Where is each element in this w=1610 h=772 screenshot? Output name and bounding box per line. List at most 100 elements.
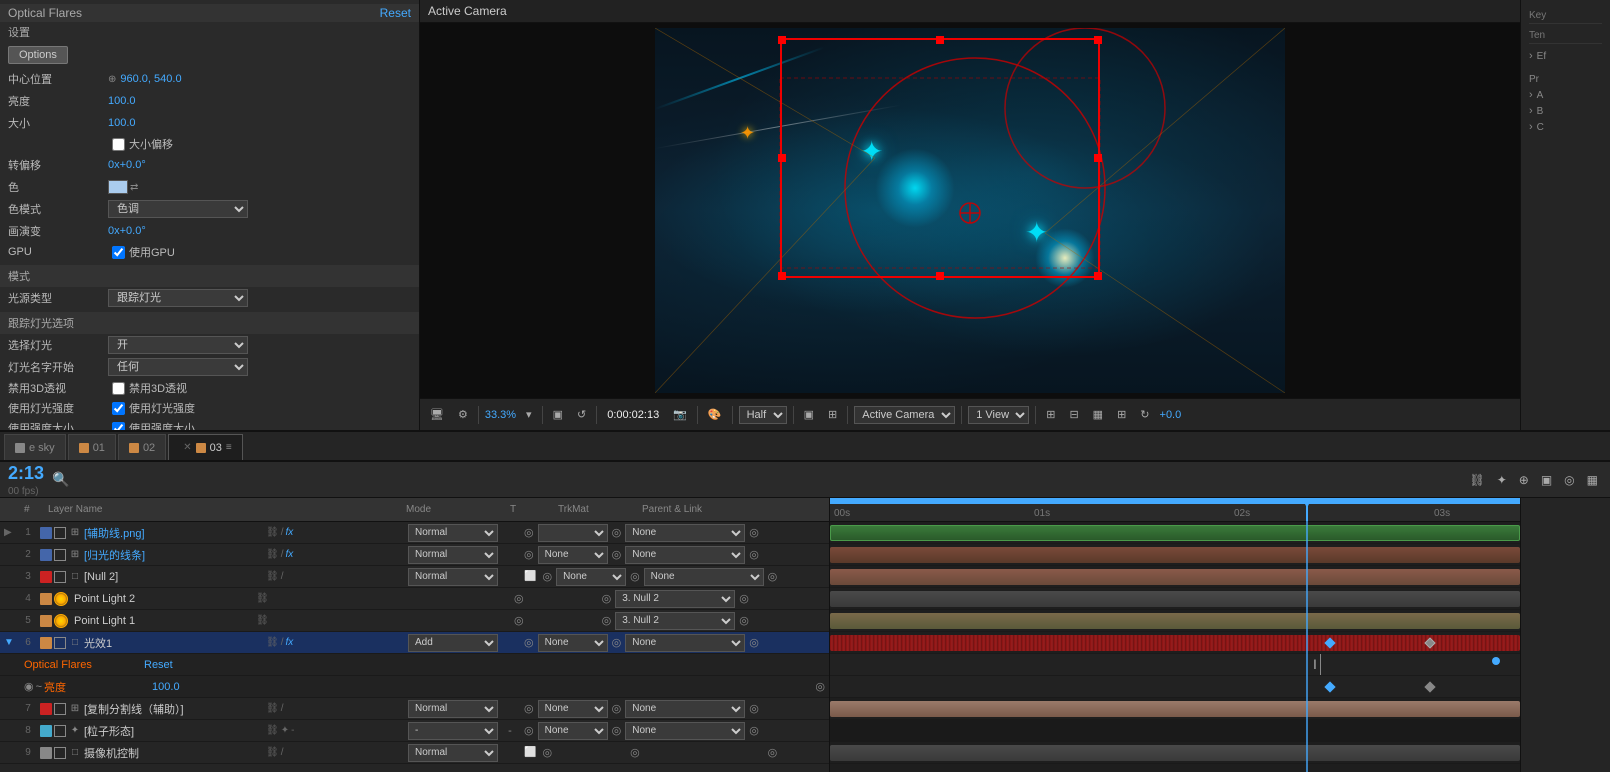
- layer-1-parent[interactable]: None: [625, 524, 745, 542]
- layer-1-trkmat[interactable]: [538, 524, 608, 542]
- vp-grid-btn[interactable]: ⊞: [1113, 406, 1130, 423]
- layer-6-visibility[interactable]: [54, 637, 66, 649]
- size-value[interactable]: 100.0: [108, 117, 411, 129]
- comp-tab-01[interactable]: 01: [68, 434, 116, 460]
- vp-btn-monitor[interactable]: 🖥: [426, 406, 448, 423]
- layer-1-type-icon: ⊞: [68, 527, 82, 538]
- vp-snapshot-btn[interactable]: 📷: [669, 406, 691, 423]
- layer-row-4[interactable]: 4 Point Light 2 ⛓ ◎ ◎ 3. Null 2 ◎: [0, 588, 829, 610]
- layer-row-8[interactable]: 8 ✦ [粒子形态] ⛓ ✦ - - - ◎ None ◎ None ◎: [0, 720, 829, 742]
- layer-5-parent[interactable]: 3. Null 2: [615, 612, 735, 630]
- layer-2-parent[interactable]: None: [625, 546, 745, 564]
- key-item-pr[interactable]: Pr: [1529, 72, 1602, 87]
- rotate-offset-value[interactable]: 0x+0.0°: [108, 159, 411, 171]
- light-source-dropdown[interactable]: 跟踪灯光: [108, 289, 248, 307]
- camera-dropdown[interactable]: Active Camera: [854, 406, 955, 424]
- size-offset-checkbox[interactable]: [112, 138, 125, 151]
- color-mode-dropdown[interactable]: 色调: [108, 200, 248, 218]
- center-pos-value[interactable]: 960.0, 540.0: [120, 73, 411, 85]
- col-trkmat: TrkMat: [558, 504, 638, 515]
- brightness-sub-value[interactable]: 100.0: [152, 681, 180, 693]
- layer-8-mode[interactable]: -: [408, 722, 498, 740]
- tl-icon-star[interactable]: ✦: [1493, 471, 1511, 489]
- animation-value[interactable]: 0x+0.0°: [108, 225, 411, 237]
- layer-row-7[interactable]: 7 ⊞ [复制分割线（辅助）] ⛓ / Normal ◎ None ◎ None…: [0, 698, 829, 720]
- tl-icon-circle[interactable]: ◎: [1560, 471, 1578, 489]
- vp-btn-settings[interactable]: ⚙: [454, 406, 472, 423]
- light-name-dropdown[interactable]: 任何: [108, 358, 248, 376]
- layer-row-6[interactable]: ▼ 6 □ 光效1 ⛓ / fx Add ◎ None ◎ None ◎: [0, 632, 829, 654]
- layer-2-visibility[interactable]: [54, 549, 66, 561]
- use-light-intensity-checkbox[interactable]: [112, 402, 125, 415]
- comp-tab-sky[interactable]: e sky: [4, 434, 66, 460]
- vp-res2-btn[interactable]: ⊞: [824, 406, 841, 423]
- reset-button[interactable]: Reset: [380, 6, 411, 20]
- layer-8-trkmat[interactable]: None: [538, 722, 608, 740]
- tl-icon-table[interactable]: ▦: [1583, 471, 1602, 489]
- vp-color-btn[interactable]: 🎨: [704, 406, 726, 423]
- layer-9-mode[interactable]: Normal: [408, 744, 498, 762]
- key-item-1[interactable]: › A: [1529, 87, 1602, 103]
- tl-icon-chain[interactable]: ⛓: [1465, 471, 1488, 489]
- disable-3d-checkbox[interactable]: [112, 382, 125, 395]
- layer-row-2[interactable]: 2 ⊞ [归光的线条] ⛓ / fx Normal ◎ None ◎ None …: [0, 544, 829, 566]
- search-button[interactable]: 🔍: [52, 471, 69, 488]
- layer-7-parent[interactable]: None: [625, 700, 745, 718]
- layer-1-mode[interactable]: Normal: [408, 524, 498, 542]
- select-light-dropdown[interactable]: 开: [108, 336, 248, 354]
- comp-tab-03[interactable]: ✕ 03 ≡: [168, 434, 242, 460]
- gpu-checkbox[interactable]: [112, 246, 125, 259]
- vp-safe-btn[interactable]: ▦: [1089, 406, 1107, 423]
- layer-3-visibility[interactable]: [54, 571, 66, 583]
- layer-6-mode[interactable]: Add: [408, 634, 498, 652]
- options-button[interactable]: Options: [8, 46, 68, 64]
- prop-row-brightness: 亮度 100.0: [0, 90, 419, 112]
- viewport-canvas[interactable]: ✦ ✦ ✦: [420, 23, 1520, 398]
- layer-3-mode[interactable]: Normal: [408, 568, 498, 586]
- brightness-wave: ~: [36, 681, 42, 693]
- vp-layout-btn[interactable]: ⊞: [1042, 406, 1059, 423]
- view-count-dropdown[interactable]: 1 View: [968, 406, 1029, 424]
- vp-refresh-btn[interactable]: ↻: [1136, 406, 1153, 423]
- layer-1-expand[interactable]: ▶: [4, 527, 16, 538]
- layer-6-trkmat[interactable]: None: [538, 634, 608, 652]
- vp-res-btn[interactable]: ▣: [800, 406, 818, 423]
- layer-1-visibility[interactable]: [54, 527, 66, 539]
- comp-tab-02[interactable]: 02: [118, 434, 166, 460]
- key-item-2[interactable]: › B: [1529, 103, 1602, 119]
- layer-8-visibility[interactable]: [54, 725, 66, 737]
- layer-row-5[interactable]: 5 Point Light 1 ⛓ ◎ ◎ 3. Null 2 ◎: [0, 610, 829, 632]
- layer-row-3[interactable]: 3 □ [Null 2] ⛓ / Normal ⬜ ◎ None ◎ None …: [0, 566, 829, 588]
- zoom-level[interactable]: 33.3%: [485, 409, 516, 421]
- layer-6-expand[interactable]: ▼: [4, 637, 16, 648]
- layer-3-parent[interactable]: None: [644, 568, 764, 586]
- layer-row-1[interactable]: ▶ 1 ⊞ [辅助线.png] ⛓ / fx Normal ◎ ◎ None ◎: [0, 522, 829, 544]
- layer-4-parent[interactable]: 3. Null 2: [615, 590, 735, 608]
- layer-row-9[interactable]: 9 □ 摄像机控制 ⛓ / Normal ⬜ ◎ ◎ ◎: [0, 742, 829, 764]
- color-swatch[interactable]: ⇄: [108, 180, 138, 194]
- layer-7-visibility[interactable]: [54, 703, 66, 715]
- vp-fit-btn[interactable]: ▣: [549, 406, 567, 423]
- layer-2-trkmat[interactable]: None: [538, 546, 608, 564]
- brightness-value[interactable]: 100.0: [108, 95, 411, 107]
- optical-flares-label: Optical Flares: [24, 659, 124, 671]
- layer-7-mode[interactable]: Normal: [408, 700, 498, 718]
- layer-8-parent[interactable]: None: [625, 722, 745, 740]
- key-item-3[interactable]: › C: [1529, 119, 1602, 135]
- tl-icon-grid[interactable]: ▣: [1537, 471, 1556, 489]
- layer-6-parent[interactable]: None: [625, 634, 745, 652]
- track-area[interactable]: 00s 01s 02s 03s: [830, 498, 1520, 772]
- vp-zoom-dropdown[interactable]: ▾: [522, 406, 536, 423]
- key-item-ef[interactable]: › Ef: [1529, 48, 1602, 64]
- optical-flares-reset[interactable]: Reset: [144, 659, 173, 671]
- vp-loop-btn[interactable]: ↺: [573, 406, 590, 423]
- layer-3-trkmat[interactable]: None: [556, 568, 626, 586]
- tl-icon-target[interactable]: ⊕: [1515, 471, 1533, 489]
- quality-dropdown[interactable]: Half Full: [739, 406, 787, 424]
- vp-layout2-btn[interactable]: ⊟: [1065, 406, 1082, 423]
- layer-2-mode[interactable]: Normal: [408, 546, 498, 564]
- layer-9-visibility[interactable]: [54, 747, 66, 759]
- use-intensity-size-checkbox[interactable]: [112, 422, 125, 431]
- color-box[interactable]: [108, 180, 128, 194]
- layer-7-trkmat[interactable]: None: [538, 700, 608, 718]
